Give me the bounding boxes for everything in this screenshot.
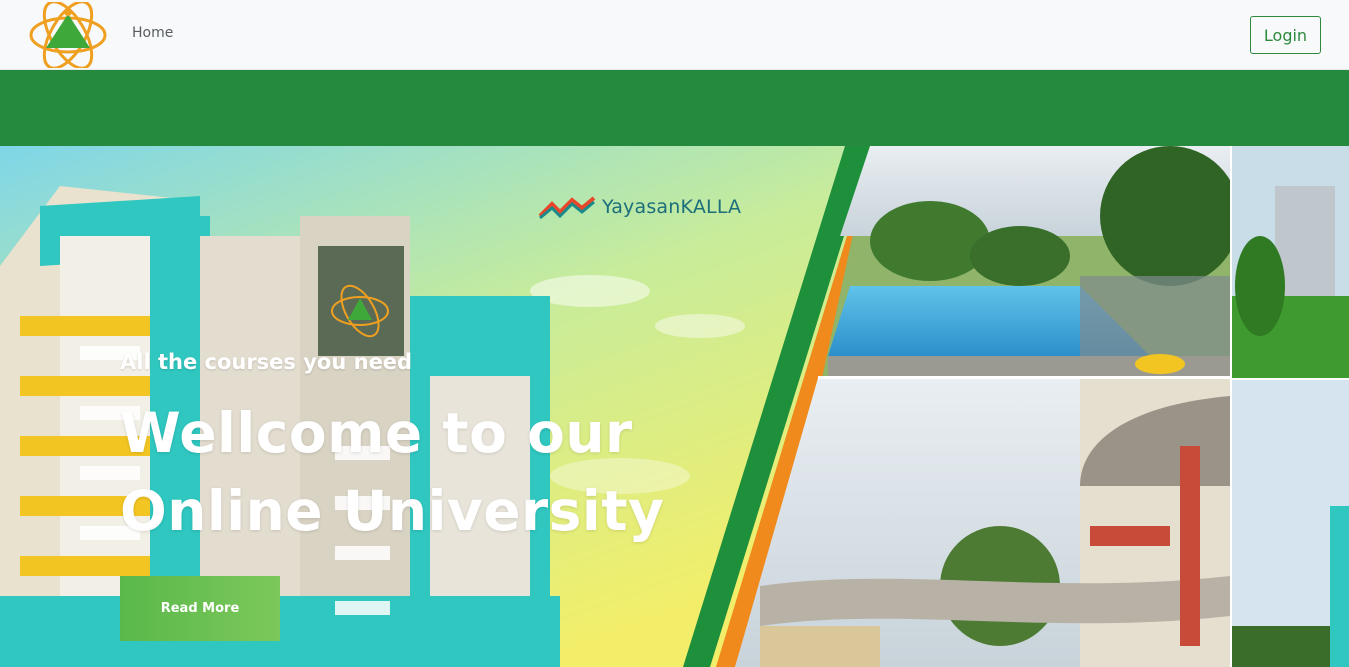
hero-slider: YayasanKALLA All the courses you need We… [0, 146, 1349, 667]
atom-logo-icon[interactable] [28, 2, 108, 68]
nav-home-link[interactable]: Home [132, 25, 173, 41]
hero-subtitle: All the courses you need [120, 350, 413, 374]
yayasan-kalla-brand: YayasanKALLA [538, 194, 741, 220]
brand-text: YayasanKALLA [602, 196, 741, 218]
kalla-wave-logo-icon [538, 196, 596, 220]
brand-name-b: KALLA [680, 196, 742, 218]
brand-name-a: Yayasan [602, 196, 681, 218]
hero-title: Wellcome to our Online University [120, 401, 665, 543]
green-banner [0, 70, 1349, 146]
login-button[interactable]: Login [1250, 16, 1321, 54]
read-more-button[interactable]: Read More [120, 576, 280, 641]
top-navbar: Home Login [0, 0, 1349, 70]
